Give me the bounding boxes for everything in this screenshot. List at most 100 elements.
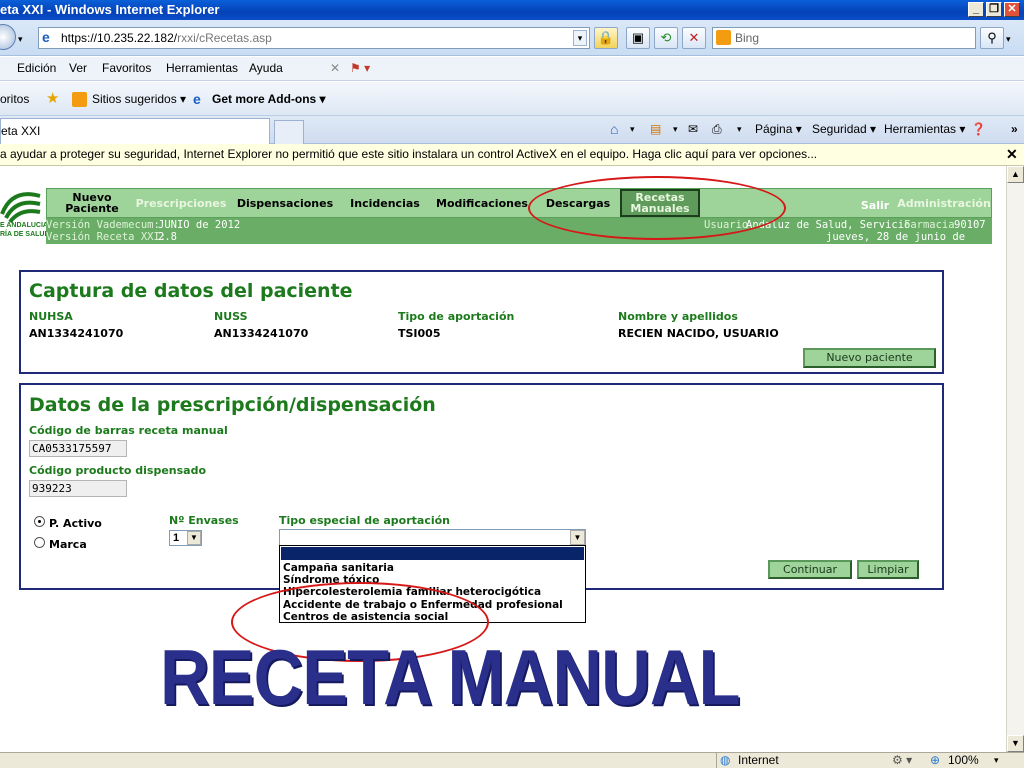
farmacia-value: 90107 [954,219,986,231]
print-dropdown-icon[interactable]: ▾ [737,116,742,142]
favorites-label[interactable]: oritos [0,82,29,116]
nav-administracion[interactable]: Administración [897,189,991,217]
tab-row: eta XXI ⌂ ▾ ▤ ▾ ✉ ⎙ ▾ Página ▾ Seguridad… [0,116,1024,144]
nav-prescripciones[interactable]: Prescripciones [135,189,227,217]
suggested-sites-link[interactable]: Sitios sugeridos ▾ [92,82,186,116]
home-icon[interactable]: ⌂ [610,116,618,142]
nav-nuevo-paciente[interactable]: Nuevo Paciente [65,189,119,217]
nav-modificaciones[interactable]: Modificaciones [436,189,528,217]
menu-edicion[interactable]: Edición [17,57,56,80]
history-dropdown-icon[interactable]: ▾ [18,34,23,45]
scroll-up-icon[interactable]: ▲ [1007,166,1024,183]
scroll-down-icon[interactable]: ▼ [1007,735,1024,752]
bing-icon [716,30,731,45]
menu-ver[interactable]: Ver [69,57,87,80]
rss-feed-icon[interactable]: ▤ [650,116,661,142]
prescription-panel-title: Datos de la prescripción/dispensación [29,394,436,416]
security-infobar[interactable]: a ayudar a proteger su seguridad, Intern… [0,144,1024,166]
close-menu-icon[interactable]: ✕ [330,57,340,80]
option-blank-selected[interactable] [281,547,584,560]
menu-bar: Edición Ver Favoritos Herramientas Ayuda… [0,57,1024,81]
version-info-band: Versión Vademecum: JUNIO de 2012 Versión… [46,218,992,255]
radio-p-activo-label: P. Activo [49,517,102,530]
tipo-especial-label: Tipo especial de aportación [279,514,450,527]
option-campana-sanitaria[interactable]: Campaña sanitaria [283,562,394,574]
menu-ayuda[interactable]: Ayuda [249,57,283,80]
print-icon[interactable]: ⎙ [712,116,722,142]
envases-dropdown-icon[interactable]: ▼ [187,531,201,545]
stop-icon[interactable]: ✕ [682,27,706,49]
tools-menu[interactable]: Herramientas ▾ [884,116,965,142]
search-options-icon[interactable]: ▾ [1006,34,1011,45]
address-input[interactable]: e https://10.235.22.182/rxxi/cRecetas.as… [38,27,590,49]
status-divider [716,753,717,768]
tab-active-label: eta XXI [1,124,41,138]
url-path: rxxi/cRecetas.asp [177,31,272,45]
home-dropdown-icon[interactable]: ▾ [630,116,635,142]
radio-p-activo[interactable] [34,516,45,527]
more-commands-icon[interactable]: » [1011,116,1018,142]
search-icon[interactable]: ⚲ [980,27,1004,49]
url-prefix: https://10.235.22.182/ [61,31,178,45]
close-window-button[interactable]: ✕ [1004,2,1020,17]
security-zone-label: Internet [738,753,779,767]
receta-version-label: Versión Receta XXI: [46,231,167,243]
add-favorite-star-icon[interactable]: ★ [46,82,59,116]
get-more-addons-link[interactable]: Get more Add-ons ▾ [212,82,326,116]
tab-active[interactable]: eta XXI [0,118,270,144]
continuar-button[interactable]: Continuar [768,560,852,579]
barcode-label: Código de barras receta manual [29,424,228,437]
vademecum-value: JUNIO de 2012 [158,219,241,231]
limpiar-button[interactable]: Limpiar [857,560,919,579]
favorites-bar: oritos ★ Sitios sugeridos ▾ e Get more A… [0,82,1024,116]
suggested-sites-icon [72,92,87,107]
refresh-icon[interactable]: ⟲ [654,27,678,49]
nav-dispensaciones[interactable]: Dispensaciones [237,189,333,217]
patient-panel: Captura de datos del paciente NUHSA AN13… [19,270,944,374]
minimize-button[interactable]: _ [968,2,984,17]
highlight-ellipse-nav [528,176,786,240]
junta-logo: E ANDALUCIA RÍA DE SALUD [0,186,50,246]
nav-salir[interactable]: Salir [858,191,892,219]
tipo-especial-select[interactable]: ▼ [279,529,586,546]
nuevo-paciente-button[interactable]: Nuevo paciente [803,348,936,368]
protected-mode-icon[interactable]: ⚙ ▾ [892,753,912,768]
envases-label: Nº Envases [169,514,239,527]
new-tab-button[interactable] [274,120,304,144]
menu-favoritos[interactable]: Favoritos [102,57,151,80]
page-menu[interactable]: Página ▾ [755,116,802,142]
ie-addons-icon: e [193,91,201,107]
product-code-input[interactable]: 939223 [29,480,127,497]
help-icon[interactable]: ❓ [971,116,986,142]
nuhsa-value: AN1334241070 [29,327,124,340]
mail-icon[interactable]: ✉ [688,116,698,142]
maximize-button[interactable]: ❐ [986,2,1002,17]
farmacia-label: Farmacia [904,219,955,231]
infobar-close-icon[interactable]: ✕ [1006,144,1018,165]
security-menu[interactable]: Seguridad ▾ [812,116,876,142]
lock-icon[interactable]: 🔒 [594,27,618,49]
search-input[interactable]: Bing [712,27,976,49]
feed-dropdown-icon[interactable]: ▾ [673,116,678,142]
translate-icon[interactable]: ⚑ ▾ [350,57,370,80]
nav-incidencias[interactable]: Incidencias [347,189,423,217]
nuss-value: AN1334241070 [214,327,309,340]
status-bar: ◍ Internet ⚙ ▾ ⊕ 100% ▾ [0,752,1024,768]
nuss-label: NUSS [214,310,248,323]
address-dropdown-icon[interactable]: ▾ [573,30,587,46]
zoom-level[interactable]: 100% [948,753,979,768]
search-placeholder: Bing [735,31,760,45]
current-date: jueves, 28 de junio de 2012 [826,231,966,255]
tipo-especial-dropdown-icon[interactable]: ▼ [570,530,585,545]
receta-version-value: 2.8 [158,231,177,243]
page-scrollbar[interactable] [1006,166,1024,752]
back-button-icon[interactable] [0,24,16,50]
zoom-dropdown-icon[interactable]: ▾ [994,753,999,768]
envases-select[interactable]: 1 ▼ [169,530,202,546]
barcode-input[interactable]: CA0533175597 [29,440,127,457]
logo-text-1: E ANDALUCIA [0,222,48,229]
menu-herramientas[interactable]: Herramientas [166,57,238,80]
radio-marca[interactable] [34,537,45,548]
logo-text-2: RÍA DE SALUD [0,231,50,238]
compatibility-view-icon[interactable]: ▣ [626,27,650,49]
